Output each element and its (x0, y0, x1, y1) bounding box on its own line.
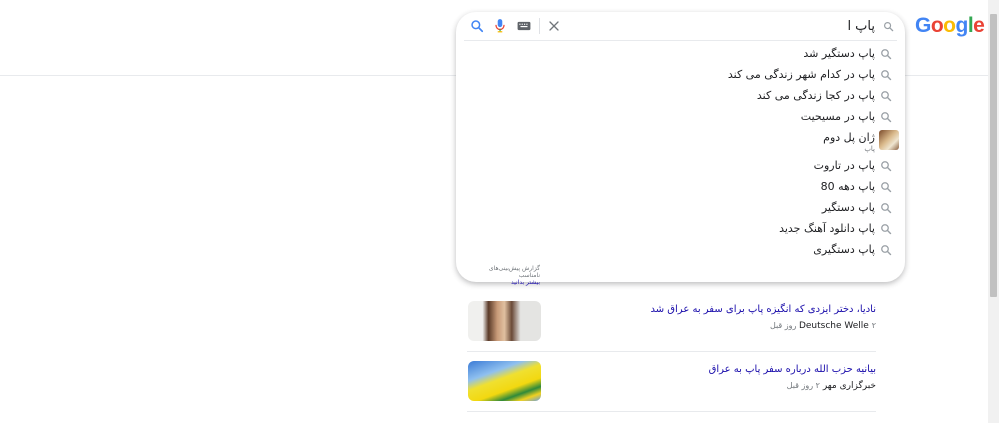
suggestion-item[interactable]: پاپ دهه 80 (456, 177, 905, 198)
suggestions-divider (464, 40, 897, 41)
news-thumbnail[interactable] (468, 361, 541, 401)
suggestion-text: پاپ در کدام شهر زندگی می کند (727, 68, 875, 81)
search-bar-divider (539, 18, 540, 34)
google-logo[interactable]: Google (915, 14, 985, 38)
search-icon (881, 161, 892, 172)
news-source: Deutsche Welle (798, 321, 869, 331)
news-divider (467, 351, 876, 352)
suggestion-item[interactable]: پاپ در کدام شهر زندگی می کند (456, 65, 905, 86)
logo-letter: g (955, 14, 969, 37)
suggestion-item[interactable]: پاپ دستگیر (456, 198, 905, 219)
search-icon (881, 245, 892, 256)
suggestion-item[interactable]: پاپ در مسیحیت (456, 107, 905, 128)
suggestion-item[interactable]: پاپ دانلود آهنگ جدید (456, 219, 905, 240)
search-icon (879, 17, 897, 35)
suggestion-text: پاپ دستگیر (821, 201, 875, 214)
suggestion-item[interactable]: پاپ دستگیر شد (456, 44, 905, 65)
news-title[interactable]: بیانیه حزب الله درباره سفر پاپ به عراق (709, 364, 876, 375)
search-icon (881, 70, 892, 81)
suggestion-text: پاپ در مسیحیت (800, 110, 875, 123)
suggestion-item-entity[interactable]: ژان پل دوم پاپ (456, 128, 905, 156)
news-time: ۲ روز قبل (786, 381, 820, 390)
news-divider (467, 411, 876, 412)
search-icon (881, 224, 892, 235)
search-icon (881, 49, 892, 60)
suggestion-text: ژان پل دوم (823, 131, 875, 144)
search-icon (881, 182, 892, 193)
search-input[interactable] (625, 17, 875, 35)
microphone-icon[interactable] (491, 17, 509, 35)
search-icon (881, 203, 892, 214)
news-source: خبرگزاری مهر (822, 381, 876, 391)
scrollbar-thumb[interactable] (990, 14, 997, 297)
news-title[interactable]: نادیا، دختر ایزدی که انگیزه پاپ برای سفر… (650, 304, 876, 315)
news-meta: Deutsche Welle ۲ روز قبل (770, 321, 876, 331)
suggestion-text: پاپ دستگیر شد (803, 47, 875, 60)
news-item[interactable]: بیانیه حزب الله درباره سفر پاپ به عراق خ… (467, 361, 876, 412)
search-bar (456, 12, 905, 40)
suggestion-text: پاپ دهه 80 (820, 180, 875, 193)
report-predictions[interactable]: گزارش پیش‌بینی‌های نامناسب بیشتر بدانید (470, 265, 540, 286)
news-meta: خبرگزاری مهر ۲ روز قبل (787, 381, 876, 391)
search-icon (881, 91, 892, 102)
suggestion-item[interactable]: پاپ دستگیری (456, 240, 905, 261)
suggestion-item[interactable]: پاپ در تاروت (456, 156, 905, 177)
logo-letter: o (930, 14, 944, 37)
logo-letter: G (915, 14, 931, 37)
keyboard-icon[interactable] (515, 17, 533, 35)
suggestion-text: پاپ دستگیری (813, 243, 875, 256)
logo-letter: o (943, 14, 956, 37)
learn-more-link[interactable]: بیشتر بدانید (470, 279, 540, 286)
report-link[interactable]: گزارش پیش‌بینی‌های نامناسب (489, 265, 540, 279)
search-icon (881, 112, 892, 123)
suggestion-item[interactable]: پاپ در کجا زندگی می کند (456, 86, 905, 107)
suggestion-text: پاپ در کجا زندگی می کند (756, 89, 875, 102)
logo-letter: e (973, 14, 985, 37)
scrollbar[interactable] (988, 0, 999, 423)
search-suggestions-box: پاپ دستگیر شد پاپ در کدام شهر زندگی می ک… (456, 12, 905, 286)
entity-thumbnail (879, 130, 899, 150)
news-thumbnail[interactable] (468, 301, 541, 341)
suggestion-text: پاپ دانلود آهنگ جدید (779, 222, 875, 235)
close-icon[interactable] (545, 17, 563, 35)
search-icon[interactable] (468, 17, 486, 35)
news-item[interactable]: نادیا، دختر ایزدی که انگیزه پاپ برای سفر… (467, 301, 876, 352)
suggestions-list: پاپ دستگیر شد پاپ در کدام شهر زندگی می ک… (456, 44, 905, 261)
suggestion-text: پاپ در تاروت (813, 159, 875, 172)
suggestion-subtext: پاپ (864, 145, 875, 153)
